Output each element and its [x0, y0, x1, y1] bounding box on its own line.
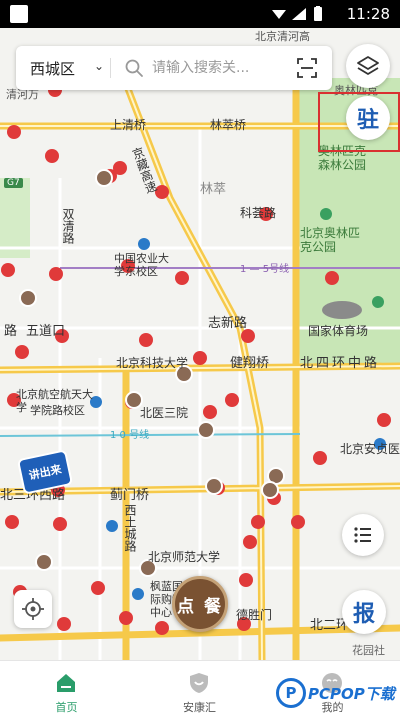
- label-stadium: 国家体育场: [308, 324, 369, 338]
- watermark-logo: P: [276, 678, 306, 708]
- label-agri-univ: 中国农业大学东校区: [114, 252, 169, 278]
- watermark-text: PCPOP下载: [308, 684, 395, 703]
- shield-icon: [190, 673, 208, 693]
- list-button[interactable]: [342, 514, 384, 556]
- label-linsui-bridge: 林萃桥: [210, 118, 247, 132]
- label-lincui: 林萃: [200, 182, 227, 197]
- layers-button[interactable]: [346, 44, 390, 88]
- station-button[interactable]: 驻: [346, 96, 390, 140]
- label-xueyuan-road: 学院路校区: [30, 404, 85, 417]
- locate-button[interactable]: [14, 590, 52, 628]
- label-anzhen: 北京安贞医: [340, 442, 400, 456]
- order-food-button[interactable]: 点 餐: [172, 576, 228, 632]
- home-icon: [57, 674, 75, 692]
- label-beiyi-3: 北医三院: [140, 406, 189, 420]
- search-icon: [125, 59, 143, 77]
- label-bnu: 北京师范大学: [148, 550, 221, 564]
- crosshair-icon: [22, 598, 44, 620]
- label-huayuan: 花园社: [352, 644, 385, 657]
- label-north4-ring: 北四环中路: [300, 356, 381, 371]
- label-kechuang-road: 科荟路: [240, 206, 277, 220]
- app-notification-icon: [10, 5, 28, 23]
- label-road-lu: 路: [4, 324, 18, 339]
- status-time: 11:28: [346, 5, 390, 23]
- district-selector[interactable]: 西城区: [30, 58, 75, 79]
- label-jimen-bridge: 蓟门桥: [110, 488, 150, 503]
- label-jianxiang-bridge: 健翔桥: [230, 356, 270, 371]
- search-bar: 西城区 ⌄: [16, 46, 332, 90]
- chevron-down-icon[interactable]: ⌄: [94, 59, 104, 73]
- tab-home[interactable]: 首页: [0, 661, 133, 720]
- label-xitucheng-road: 西土城路: [123, 504, 137, 552]
- layers-icon: [357, 56, 379, 75]
- label-shuangqing-road: 双清路: [61, 208, 75, 244]
- label-tsinghua: 北京清河高: [255, 30, 310, 43]
- search-input[interactable]: [152, 54, 282, 82]
- label-line10: 1 0 号线: [110, 430, 150, 441]
- status-icons: [272, 6, 322, 21]
- report-button[interactable]: 报: [342, 590, 386, 634]
- label-ustb: 北京科技大学: [116, 356, 189, 370]
- label-zhixin-road: 志新路: [208, 316, 248, 331]
- tab-ankanghui[interactable]: 安康汇: [133, 661, 266, 720]
- tab-ankanghui-label: 安康汇: [183, 701, 216, 714]
- g7-highway-shield: G7: [4, 178, 23, 188]
- status-bar: 11:28: [0, 0, 400, 28]
- label-line15: 1 — 5号线: [240, 264, 290, 275]
- list-icon: [354, 527, 371, 543]
- label-olympic-park: 北京奥林匹克公园: [300, 226, 361, 254]
- label-shangqing-bridge: 上清桥: [110, 118, 147, 132]
- label-jingzang: 京藏高速: [129, 145, 159, 196]
- watermark: P PCPOP下载: [276, 678, 395, 708]
- tab-home-label: 首页: [55, 701, 78, 714]
- scan-icon[interactable]: [296, 57, 318, 79]
- label-wudaokou: 五道口: [26, 324, 66, 339]
- search-divider: [110, 58, 111, 78]
- label-deshengmen: 德胜门: [236, 608, 273, 622]
